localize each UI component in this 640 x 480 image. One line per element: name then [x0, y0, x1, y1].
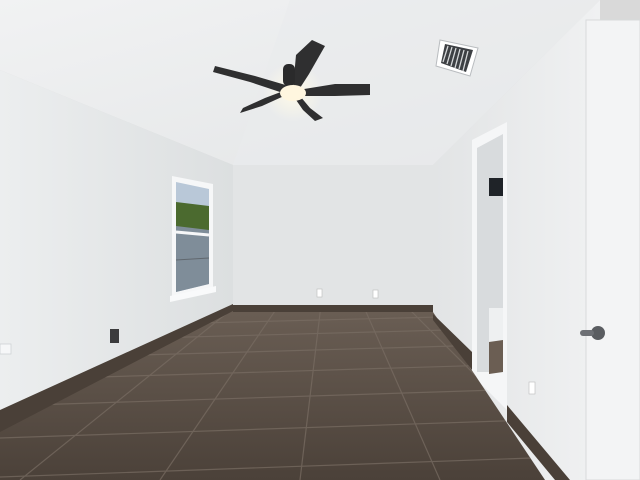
- outlet-icon: [110, 329, 119, 343]
- outlet-icon: [372, 289, 379, 299]
- back-baseboard: [233, 305, 433, 312]
- bathroom-tub: [489, 308, 503, 342]
- outlet-icon: [528, 381, 536, 395]
- bathroom-window: [489, 178, 503, 196]
- window: [170, 176, 216, 302]
- wall-plate: [0, 343, 12, 355]
- open-door[interactable]: [585, 19, 640, 480]
- room-illustration: [0, 0, 640, 480]
- outlet-icon: [316, 288, 323, 298]
- room-photo: [0, 0, 640, 480]
- back-wall: [233, 165, 433, 312]
- doorway[interactable]: [472, 122, 507, 410]
